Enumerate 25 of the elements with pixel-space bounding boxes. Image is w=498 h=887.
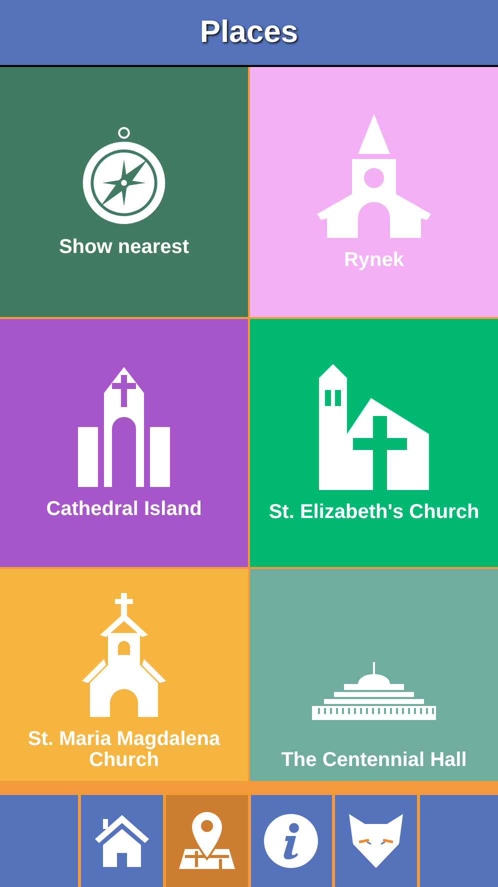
- cathedral-icon: [78, 366, 170, 486]
- church-icon: [319, 364, 429, 490]
- home-icon: [94, 815, 149, 867]
- place-label: St. Elizabeth's Church: [268, 502, 480, 522]
- nav-tab[interactable]: [81, 795, 163, 887]
- page-title: Places: [200, 13, 298, 52]
- hall-icon: [312, 662, 436, 720]
- place-label: Show nearest: [58, 236, 190, 258]
- place-label: The Centennial Hall: [281, 750, 467, 771]
- chapel-icon: [315, 114, 433, 238]
- church-icon: [82, 593, 166, 717]
- place-tile[interactable]: Cathedral Island: [0, 319, 248, 567]
- nav-tab[interactable]: [166, 795, 248, 887]
- place-label: St. Maria Magdalena Church: [26, 729, 222, 771]
- nav-tab[interactable]: [335, 795, 417, 887]
- info-icon: [264, 814, 318, 868]
- place-tile[interactable]: St. Maria Magdalena Church: [0, 569, 248, 781]
- place-label: Cathedral Island: [46, 498, 202, 520]
- place-label: Rynek: [344, 250, 404, 270]
- place-tile[interactable]: St. Elizabeth's Church: [250, 319, 498, 567]
- place-tile[interactable]: Rynek: [250, 67, 498, 317]
- place-tile[interactable]: Show nearest: [0, 67, 248, 317]
- place-tile[interactable]: The Centennial Hall: [250, 569, 498, 781]
- fox-icon: [349, 814, 404, 868]
- nav-tab[interactable]: [250, 795, 332, 887]
